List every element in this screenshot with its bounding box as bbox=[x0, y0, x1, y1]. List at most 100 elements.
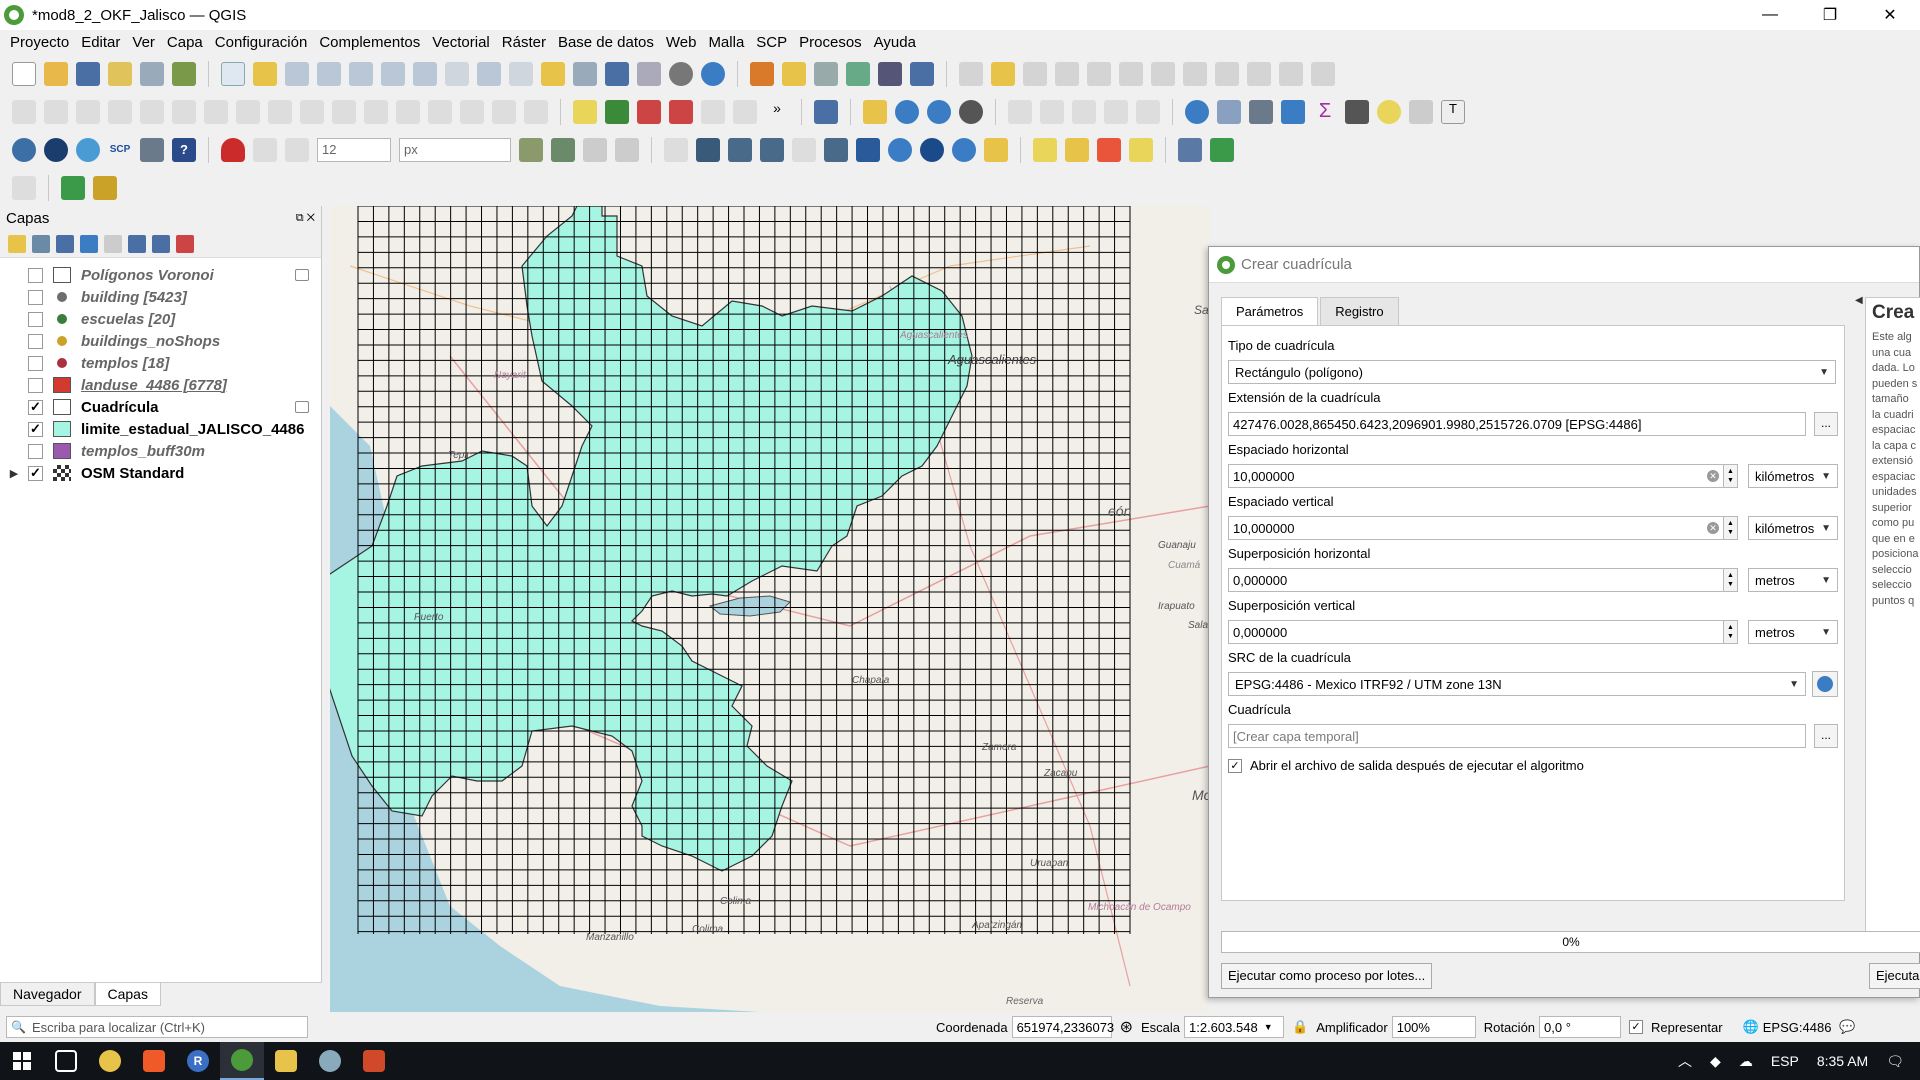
temporary-layer-indicator-icon[interactable] bbox=[295, 401, 309, 413]
snapping-type-icon[interactable] bbox=[285, 138, 309, 162]
h-spacing-unit-select[interactable]: kilómetros ▼ bbox=[1748, 464, 1838, 488]
extent-options-button[interactable]: ... bbox=[1814, 412, 1838, 436]
v-spacing-unit-select[interactable]: kilómetros ▼ bbox=[1748, 516, 1838, 540]
layout-manager-icon[interactable] bbox=[140, 62, 164, 86]
layer-visibility-checkbox[interactable]: ✓ bbox=[28, 465, 43, 481]
zoom-out-icon[interactable] bbox=[317, 62, 341, 86]
toggle-extents-icon[interactable]: ⊛ bbox=[1120, 1017, 1133, 1037]
notifications-icon[interactable]: 🗨 bbox=[1886, 1053, 1904, 1070]
show-hidden-icons-icon[interactable]: ︿ bbox=[1678, 1051, 1692, 1071]
statistics-icon[interactable]: Σ bbox=[1313, 100, 1337, 124]
select-freehand-icon[interactable] bbox=[1104, 100, 1128, 124]
rotate-feature-icon[interactable] bbox=[76, 100, 100, 124]
globe-settings-icon[interactable] bbox=[952, 138, 976, 162]
expand-all-icon[interactable] bbox=[128, 234, 146, 253]
clock[interactable]: 8:35 AM bbox=[1817, 1053, 1868, 1069]
layer-row[interactable]: Polígonos Voronoi bbox=[0, 264, 321, 286]
taskbar-explorer[interactable] bbox=[264, 1042, 308, 1080]
label-tool-icon[interactable] bbox=[573, 100, 597, 124]
menu-capa[interactable]: Capa bbox=[161, 34, 209, 51]
new-spatialite-layer-icon[interactable] bbox=[846, 62, 870, 86]
messages-icon[interactable]: 💬 bbox=[1839, 1019, 1855, 1035]
pan-map-icon[interactable] bbox=[221, 62, 245, 86]
run-batch-button[interactable]: Ejecutar como proceso por lotes... bbox=[1221, 963, 1433, 989]
digitize-icon[interactable] bbox=[959, 62, 983, 86]
digitize-shape-icon[interactable] bbox=[12, 100, 36, 124]
v-spacing-input[interactable]: 10,000000 ✕ bbox=[1228, 516, 1724, 540]
zoom-to-selection-icon[interactable] bbox=[381, 62, 405, 86]
layer-row[interactable]: templos [18] bbox=[0, 352, 321, 374]
layer-row[interactable]: building [5423] bbox=[0, 286, 321, 308]
rotate-symbols-icon[interactable] bbox=[492, 100, 516, 124]
raster-calc-icon[interactable] bbox=[696, 138, 720, 162]
select-feature-icon[interactable] bbox=[1008, 100, 1032, 124]
split-features-icon[interactable] bbox=[364, 100, 388, 124]
toggle-editing-icon[interactable] bbox=[991, 62, 1015, 86]
vertex-tool-icon[interactable] bbox=[1087, 62, 1111, 86]
layer-visibility-checkbox[interactable] bbox=[28, 355, 43, 371]
select-by-value-icon[interactable] bbox=[1065, 138, 1089, 162]
plugin-icon[interactable] bbox=[44, 138, 68, 162]
close-button[interactable]: ✕ bbox=[1860, 0, 1920, 30]
tab-parametros[interactable]: Parámetros bbox=[1221, 297, 1319, 326]
split-parts-icon[interactable] bbox=[396, 100, 420, 124]
add-group-icon[interactable] bbox=[32, 234, 50, 253]
pin-labels-icon[interactable] bbox=[637, 100, 661, 124]
layer-row[interactable]: ✓ limite_estadual_JALISCO_4486 bbox=[0, 418, 321, 440]
h-overlay-input[interactable]: 0,000000 bbox=[1228, 568, 1724, 592]
snapping-filter-icon[interactable] bbox=[253, 138, 277, 162]
tab-registro[interactable]: Registro bbox=[1320, 297, 1399, 326]
select-radius-icon[interactable] bbox=[1040, 100, 1064, 124]
pan-to-selection-icon[interactable] bbox=[253, 62, 277, 86]
select-polygon-icon[interactable] bbox=[1072, 100, 1096, 124]
layer-visibility-checkbox[interactable] bbox=[28, 267, 43, 283]
add-wcs-icon[interactable] bbox=[959, 100, 983, 124]
attribute-table-icon[interactable] bbox=[1217, 100, 1241, 124]
edit-tool-icon[interactable] bbox=[792, 138, 816, 162]
open-data-source-manager-icon[interactable] bbox=[750, 62, 774, 86]
extent-input[interactable]: 427476.0028,865450.6423,2096901.9980,251… bbox=[1228, 412, 1806, 436]
select-by-location-icon[interactable] bbox=[1129, 138, 1153, 162]
zoom-last-icon[interactable] bbox=[477, 62, 501, 86]
merge-raster-icon[interactable] bbox=[824, 138, 848, 162]
layer-visibility-checkbox[interactable] bbox=[28, 311, 43, 327]
cut-features-icon[interactable] bbox=[1183, 62, 1207, 86]
undo-icon[interactable] bbox=[1279, 62, 1303, 86]
onedrive-icon[interactable]: ☁ bbox=[1739, 1053, 1753, 1070]
identify-icon[interactable] bbox=[1185, 100, 1209, 124]
help-icon[interactable]: ? bbox=[172, 138, 196, 162]
refresh-icon[interactable] bbox=[701, 62, 725, 86]
add-part-icon[interactable] bbox=[172, 100, 196, 124]
copy-features-icon[interactable] bbox=[1215, 62, 1239, 86]
magnifier-input[interactable]: 100% bbox=[1391, 1016, 1476, 1038]
scale-select[interactable]: 1:2.603.548 ▼ bbox=[1184, 1016, 1284, 1038]
crs-status[interactable]: EPSG:4486 bbox=[1763, 1020, 1832, 1035]
snapping-tolerance-input[interactable]: 12 bbox=[317, 138, 391, 162]
h-spacing-input[interactable]: 10,000000 ✕ bbox=[1228, 464, 1724, 488]
map-canvas[interactable]: Aguascalientes Aguascalientes Guanaju Cuamá… bbox=[330, 206, 1210, 1012]
grid-tool-icon[interactable] bbox=[728, 138, 752, 162]
zoom-native-icon[interactable] bbox=[445, 62, 469, 86]
vertex-editor-icon[interactable] bbox=[664, 138, 688, 162]
h-overlay-unit-select[interactable]: metros ▼ bbox=[1748, 568, 1838, 592]
new-print-layout-icon[interactable] bbox=[108, 62, 132, 86]
minimize-button[interactable]: — bbox=[1740, 0, 1800, 30]
clear-icon[interactable]: ✕ bbox=[1707, 522, 1719, 534]
zoom-full-icon[interactable] bbox=[349, 62, 373, 86]
layer-style-icon[interactable] bbox=[8, 234, 26, 253]
layer-visibility-checkbox[interactable] bbox=[28, 443, 43, 459]
python-console-icon[interactable] bbox=[12, 138, 36, 162]
tab-capas[interactable]: Capas bbox=[94, 983, 161, 1006]
save-project-icon[interactable] bbox=[76, 62, 100, 86]
taskbar-qgis[interactable] bbox=[220, 1042, 264, 1080]
delete-selected-icon[interactable] bbox=[1151, 62, 1175, 86]
snap-intersection-icon[interactable] bbox=[551, 138, 575, 162]
menu-procesos[interactable]: Procesos bbox=[793, 34, 868, 51]
v-overlay-unit-select[interactable]: metros ▼ bbox=[1748, 620, 1838, 644]
new-geopackage-layer-icon[interactable] bbox=[782, 62, 806, 86]
digitize-curve-icon[interactable] bbox=[44, 100, 68, 124]
add-ring-icon[interactable] bbox=[140, 100, 164, 124]
database-icon[interactable] bbox=[814, 100, 838, 124]
delete-part-icon[interactable] bbox=[268, 100, 292, 124]
tracing-icon[interactable] bbox=[519, 138, 543, 162]
